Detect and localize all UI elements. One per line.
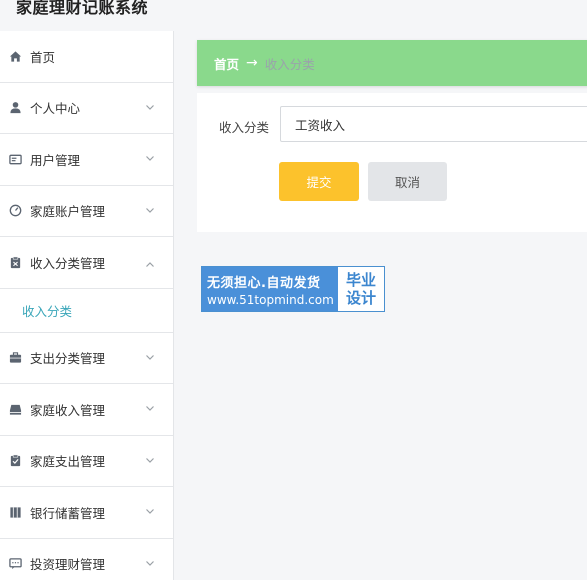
clipboard-icon <box>8 255 22 269</box>
watermark-url: www.51topmind.com <box>207 292 334 307</box>
breadcrumb: 首页 → 收入分类 <box>197 40 587 86</box>
chevron-down-icon <box>146 207 154 213</box>
submit-button[interactable]: 提交 <box>279 162 359 201</box>
gauge-icon <box>8 204 22 218</box>
chevron-down-icon <box>146 560 154 566</box>
watermark-text-block: 无须担心.自动发货 www.51topmind.com <box>202 267 338 311</box>
sidebar-subitem-label: 收入分类 <box>22 303 73 319</box>
sidebar-item-family-account[interactable]: 家庭账户管理 <box>0 186 173 237</box>
home-icon <box>8 49 22 63</box>
sidebar-item-users[interactable]: 用户管理 <box>0 134 173 186</box>
sidebar-subitem-income-category[interactable]: 收入分类 <box>0 289 173 333</box>
cancel-button[interactable]: 取消 <box>368 162 447 201</box>
chevron-down-icon <box>146 509 154 515</box>
book-icon <box>8 505 22 519</box>
chevron-down-icon <box>146 406 154 412</box>
chevron-down-icon <box>146 354 154 360</box>
breadcrumb-home-link[interactable]: 首页 <box>214 54 239 73</box>
watermark-banner: 无须担心.自动发货 www.51topmind.com 毕业 设计 <box>201 266 385 312</box>
sidebar-item-label: 收入分类管理 <box>30 255 106 271</box>
app-title: 家庭理财记账系统 <box>16 0 149 17</box>
sidebar-item-investment[interactable]: 投资理财管理 <box>0 539 173 580</box>
sidebar-item-family-expense[interactable]: 家庭支出管理 <box>0 436 173 487</box>
sidebar-item-expense-category[interactable]: 支出分类管理 <box>0 333 173 384</box>
sidebar-item-profile[interactable]: 个人中心 <box>0 83 173 134</box>
sidebar-item-label: 投资理财管理 <box>30 557 106 573</box>
chevron-down-icon <box>146 104 154 110</box>
user-icon <box>8 101 22 115</box>
sidebar-item-label: 首页 <box>30 49 56 65</box>
clipboard-check-icon <box>8 454 22 468</box>
sidebar: 首页 个人中心 用户管理 家庭账户管理 收入分类管理 收入分类 支出分类管理 家… <box>0 31 174 580</box>
sidebar-item-home[interactable]: 首页 <box>0 31 173 83</box>
id-card-icon <box>8 152 22 166</box>
sidebar-item-income-category[interactable]: 收入分类管理 <box>0 237 173 289</box>
sidebar-item-label: 银行储蓄管理 <box>30 505 106 521</box>
breadcrumb-separator: → <box>246 55 258 71</box>
sidebar-item-label: 个人中心 <box>30 101 81 117</box>
sidebar-item-family-income[interactable]: 家庭收入管理 <box>0 384 173 436</box>
sidebar-item-label: 家庭支出管理 <box>30 454 106 470</box>
income-category-input[interactable] <box>280 106 587 142</box>
watermark-slogan: 无须担心.自动发货 <box>207 275 321 291</box>
sidebar-item-bank-savings[interactable]: 银行储蓄管理 <box>0 487 173 539</box>
watermark-badge-line2: 设计 <box>345 289 376 307</box>
chevron-down-icon <box>146 156 154 162</box>
chat-icon <box>8 557 22 571</box>
inbox-icon <box>8 402 22 416</box>
chevron-up-icon <box>146 262 154 268</box>
sidebar-item-label: 用户管理 <box>30 152 81 168</box>
sidebar-item-label: 支出分类管理 <box>30 351 106 367</box>
sidebar-item-label: 家庭账户管理 <box>30 204 106 220</box>
breadcrumb-current: 收入分类 <box>264 56 315 72</box>
briefcase-icon <box>8 351 22 365</box>
chevron-down-icon <box>146 457 154 463</box>
watermark-badge: 毕业 设计 <box>338 267 384 311</box>
income-category-label: 收入分类 <box>219 120 270 135</box>
form-panel: 收入分类 提交 取消 <box>197 93 587 232</box>
watermark-badge-line1: 毕业 <box>345 271 376 289</box>
sidebar-item-label: 家庭收入管理 <box>30 402 106 418</box>
